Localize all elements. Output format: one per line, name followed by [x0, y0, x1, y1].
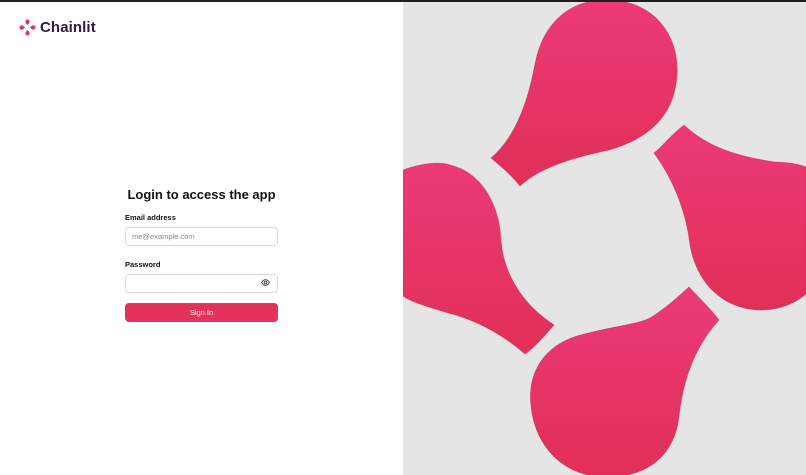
chainlit-logo-icon — [19, 19, 36, 36]
hero-illustration-panel — [403, 2, 806, 475]
email-label: Email address — [125, 213, 176, 222]
page-title: Login to access the app — [127, 187, 276, 202]
login-form: Login to access the app Email address Pa… — [125, 187, 278, 322]
sign-in-button[interactable]: Sign In — [125, 303, 278, 322]
password-label: Password — [125, 260, 161, 269]
brand-name: Chainlit — [40, 19, 96, 36]
login-panel: Chainlit Login to access the app Email a… — [0, 2, 403, 475]
eye-icon[interactable] — [261, 278, 270, 287]
brand-logo[interactable]: Chainlit — [19, 19, 96, 36]
chainlit-petals-illustration — [403, 2, 806, 475]
email-field[interactable] — [125, 227, 278, 246]
password-field[interactable] — [125, 274, 278, 293]
